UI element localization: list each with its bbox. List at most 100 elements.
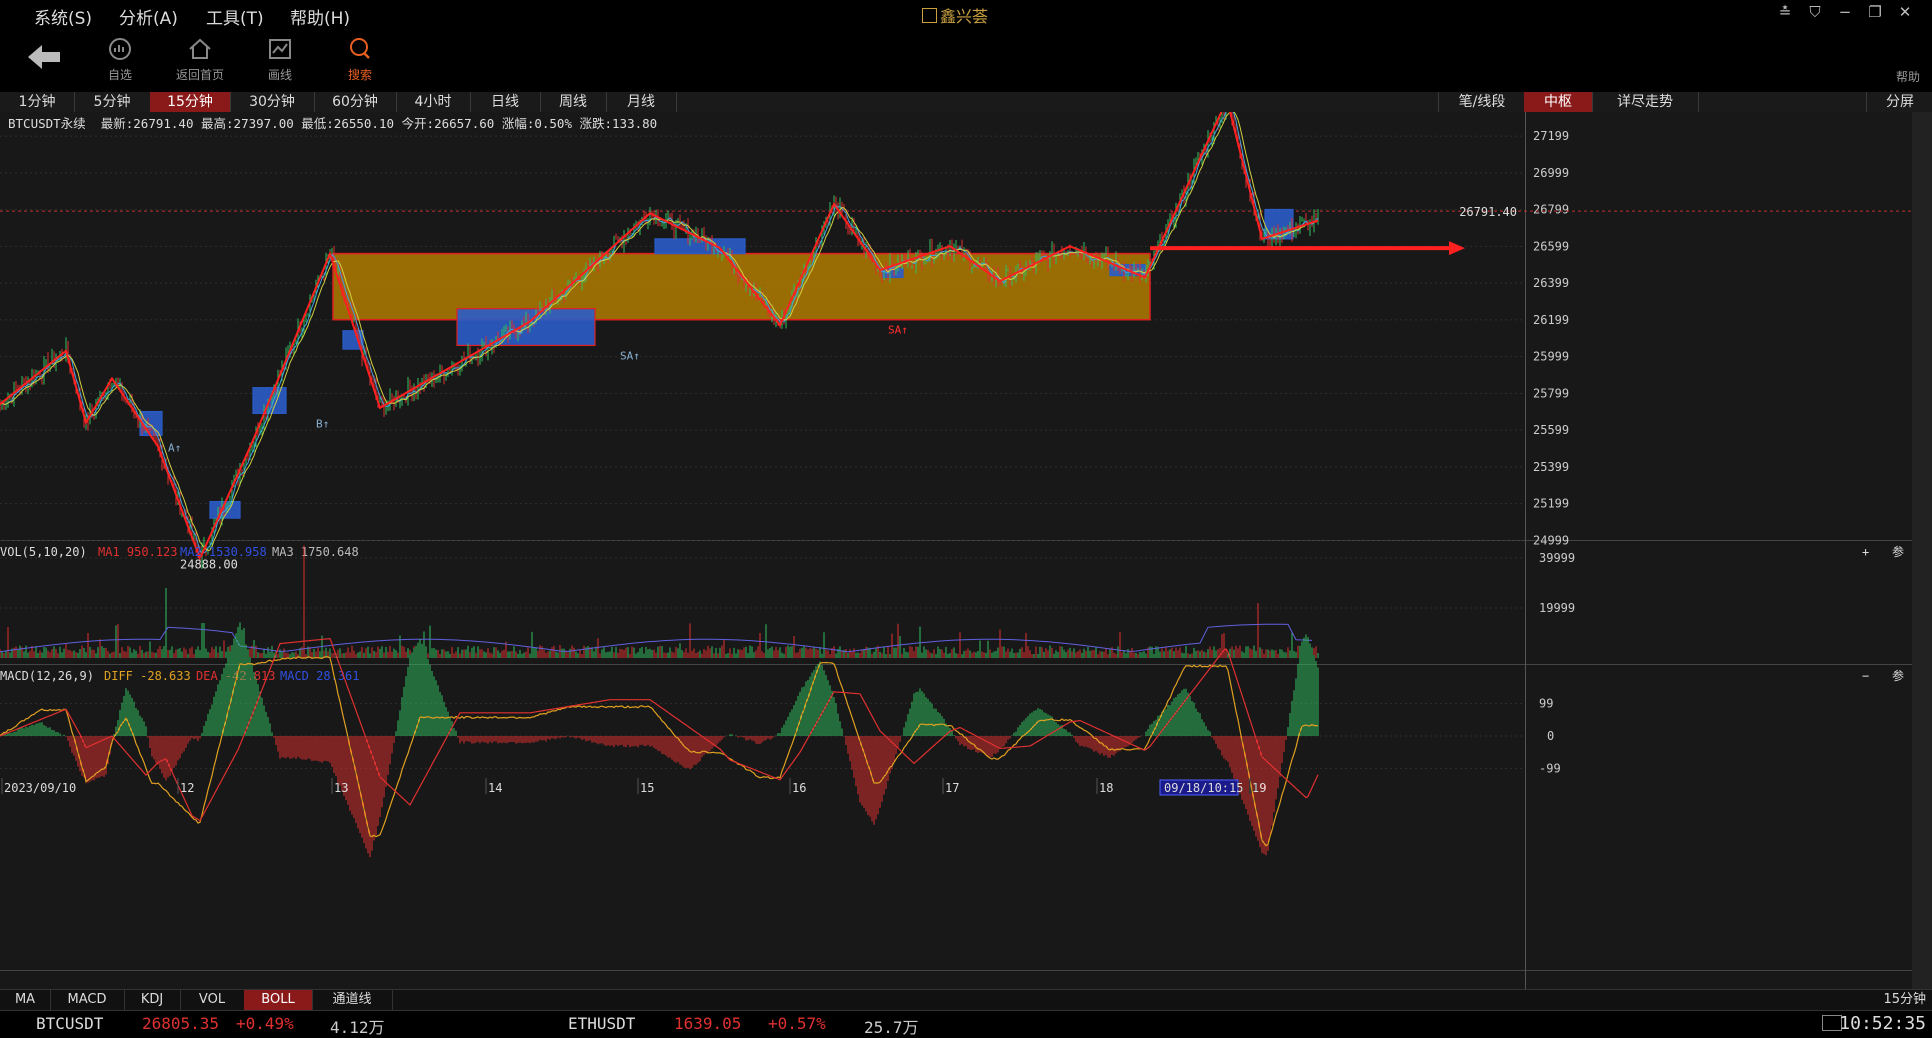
open-price: 今开:26657.60 — [401, 116, 495, 131]
current-price-label: 26791.40 — [1459, 205, 1517, 219]
time-axis-label: 13 — [334, 781, 348, 795]
price-tick-label: 25999 — [1533, 350, 1569, 364]
toolbar-home-button[interactable]: 返回首页 — [160, 36, 240, 83]
user-icon[interactable]: ≛ — [1770, 3, 1800, 21]
tab-vol[interactable]: VOL — [180, 990, 245, 1010]
price-tick-label: 25199 — [1533, 497, 1569, 511]
time-axis-label: 14 — [488, 781, 502, 795]
price-tick-label: 25799 — [1533, 386, 1569, 400]
menu-tools[interactable]: 工具(T) — [206, 4, 264, 29]
tab-boll[interactable]: BOLL — [244, 990, 313, 1010]
back-arrow-icon[interactable] — [26, 42, 62, 76]
window-controls: ≛ ⛉ − ❐ ✕ — [1770, 3, 1920, 21]
macd-panel-bg — [0, 665, 1932, 989]
tab-kdj[interactable]: KDJ — [124, 990, 181, 1010]
volume-tick-label: 39999 — [1539, 551, 1575, 565]
menu-system[interactable]: 系统(S) — [34, 4, 92, 29]
tab-zhongshu[interactable]: 中枢 — [1524, 92, 1593, 112]
home-icon — [189, 38, 211, 59]
panel-param-icon: 参 — [1892, 668, 1904, 683]
minimize-button[interactable]: − — [1830, 3, 1860, 21]
split-screen-button[interactable]: 分屏 — [1866, 92, 1932, 112]
time-axis-label: 2023/09/10 — [4, 781, 76, 795]
shirt-icon[interactable]: ⛉ — [1800, 3, 1830, 21]
macd-value-label: MACD 28.361 — [280, 669, 359, 683]
latest-price: 最新:26791.40 — [100, 116, 194, 131]
ticker-symbol[interactable]: ETHUSDT — [568, 1014, 635, 1033]
tab-week[interactable]: 周线 — [540, 92, 607, 112]
ticker-symbol[interactable]: BTCUSDT — [36, 1014, 103, 1033]
time-axis-label: 18 — [1099, 781, 1113, 795]
toolbar-favorites-button[interactable]: 自选 — [80, 36, 160, 83]
time-axis-label: 15 — [640, 781, 654, 795]
search-icon — [350, 38, 370, 59]
ticker-change: +0.49% — [236, 1014, 294, 1033]
price-tick-label: 26399 — [1533, 276, 1569, 290]
ticker-volume: 4.12万 — [330, 1018, 385, 1037]
draw-line-icon — [269, 39, 291, 59]
tab-month[interactable]: 月线 — [606, 92, 677, 112]
signal-annotation: A↑ — [168, 441, 181, 454]
tab-day[interactable]: 日线 — [470, 92, 541, 112]
tab-1min[interactable]: 1分钟 — [0, 92, 75, 112]
time-axis-label: 17 — [945, 781, 959, 795]
scrollbar-track — [1912, 112, 1932, 989]
price-tick-label: 25399 — [1533, 460, 1569, 474]
macd-indicator-label: MACD(12,26,9) — [0, 669, 94, 683]
close-button[interactable]: ✕ — [1890, 3, 1920, 21]
tab-30min[interactable]: 30分钟 — [230, 92, 315, 112]
app-title: 鑫兴荟 — [922, 3, 988, 27]
change-pct: 涨幅:0.50% — [501, 116, 572, 131]
clock-time: 10:52:35 — [1839, 1013, 1926, 1034]
help-link[interactable]: 帮助 — [1896, 68, 1920, 85]
menu-bar: 系统(S) 分析(A) 工具(T) 帮助(H) 鑫兴荟 ≛ ⛉ − ❐ ✕ — [0, 0, 1932, 31]
zhongshu-zone — [332, 252, 1151, 321]
tab-stroke-segment[interactable]: 笔/线段 — [1438, 92, 1526, 112]
price-tick-label: 26799 — [1533, 203, 1569, 217]
time-axis-label: 19 — [1252, 781, 1266, 795]
signal-annotation: B↑ — [316, 417, 329, 430]
price-tick-label: 24999 — [1533, 533, 1569, 547]
change-value: 涨跌:133.80 — [579, 116, 658, 131]
time-axis-label: 12 — [180, 781, 194, 795]
toolbar: 自选 返回首页 画线 搜索 帮助 — [0, 30, 1932, 93]
price-tick-label: 26599 — [1533, 239, 1569, 253]
toolbar-search-button[interactable]: 搜索 — [320, 36, 400, 83]
volume-ma1-label: MA1 950.123 — [98, 545, 177, 559]
time-axis-label: 16 — [792, 781, 806, 795]
ticker-bar: BTCUSDT 26805.35 +0.49% 4.12万 ETHUSDT 16… — [0, 1010, 1932, 1037]
chart-area[interactable]: 27199 26999 26799 26599 26399 26199 25999 25799… — [0, 112, 1932, 989]
macd-tick-label: 99 — [1539, 696, 1553, 710]
logo-icon — [922, 8, 937, 23]
tab-channel[interactable]: 通道线 — [312, 990, 393, 1010]
restore-button[interactable]: ❐ — [1860, 3, 1890, 21]
sub-zone-box — [1264, 208, 1294, 240]
price-tick-label: 26999 — [1533, 166, 1569, 180]
menu-analysis[interactable]: 分析(A) — [119, 4, 178, 29]
panel-param-icon: 参 — [1892, 544, 1904, 559]
symbol-name: BTCUSDT永续 — [8, 116, 86, 131]
tab-detail-trend[interactable]: 详尽走势 — [1592, 92, 1699, 112]
indicator-tab-bar: MA MACD KDJ VOL BOLL 通道线 15分钟 — [0, 989, 1932, 1010]
main-panel-bg — [0, 112, 1932, 540]
tab-5min[interactable]: 5分钟 — [74, 92, 151, 112]
tab-15min[interactable]: 15分钟 — [150, 92, 231, 112]
volume-indicator-label: VOL(5,10,20) — [0, 545, 87, 559]
signal-annotation: SA↑ — [620, 349, 640, 362]
price-tick-label: 26199 — [1533, 313, 1569, 327]
ticker-volume: 25.7万 — [864, 1018, 919, 1037]
tab-60min[interactable]: 60分钟 — [314, 92, 397, 112]
tab-ma[interactable]: MA — [0, 990, 51, 1010]
macd-tick-label: -99 — [1539, 762, 1561, 776]
signal-annotation: SA↑ — [888, 324, 908, 337]
volume-panel-bg — [0, 541, 1932, 664]
price-tick-label: 27199 — [1533, 129, 1569, 143]
volume-ma2-label: MA2 1530.958 — [180, 545, 267, 559]
macd-tick-label: 0 — [1547, 729, 1554, 743]
menu-help[interactable]: 帮助(H) — [290, 4, 350, 29]
volume-ma3-label: MA3 1750.648 — [272, 545, 359, 559]
ticker-price: 1639.05 — [674, 1014, 742, 1033]
toolbar-draw-button[interactable]: 画线 — [240, 36, 320, 83]
tab-4h[interactable]: 4小时 — [396, 92, 471, 112]
tab-macd[interactable]: MACD — [50, 990, 125, 1010]
